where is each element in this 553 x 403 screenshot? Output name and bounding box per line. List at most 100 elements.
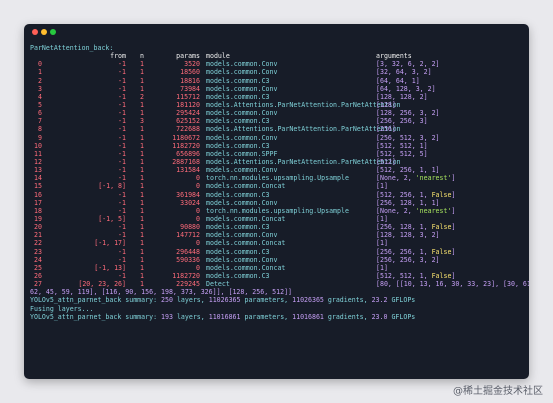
row-from: -1 bbox=[118, 255, 126, 264]
row-params: 1182720 bbox=[172, 141, 200, 150]
row-n: 1 bbox=[140, 133, 144, 142]
row-from: [-1, 13] bbox=[94, 263, 126, 272]
row-index: 20 bbox=[34, 223, 42, 232]
row-module: models.common.Concat bbox=[206, 182, 286, 191]
row-index: 4 bbox=[38, 92, 42, 101]
table-row: 18 -1 1 0 torch.nn.modules.upsampling.Upsamp… bbox=[30, 207, 525, 215]
row-params: 33024 bbox=[180, 198, 200, 207]
row-n: 3 bbox=[140, 117, 144, 126]
row-index: 13 bbox=[34, 166, 42, 175]
row-n: 1 bbox=[140, 198, 144, 207]
row-module: models.common.Conv bbox=[206, 133, 278, 142]
table-row: 6 -1 1 295424 models.common.Conv [128, 256, 3… bbox=[30, 109, 525, 117]
row-params: 722688 bbox=[176, 125, 200, 134]
row-params: 295424 bbox=[176, 109, 200, 118]
row-from: -1 bbox=[118, 271, 126, 280]
row-from: -1 bbox=[118, 149, 126, 158]
row-n: 1 bbox=[140, 223, 144, 232]
table-row: 8 -1 1 722688 models.Attentions.ParNetAttent… bbox=[30, 125, 525, 133]
row-index: 15 bbox=[34, 182, 42, 191]
row-module: models.common.Conv bbox=[206, 84, 278, 93]
minimize-window-button[interactable] bbox=[41, 29, 47, 35]
maximize-window-button[interactable] bbox=[50, 29, 56, 35]
row-arguments: [512, 512, 5] bbox=[376, 149, 428, 158]
row-arguments: [256, 128, 1, 1] bbox=[376, 198, 440, 207]
close-window-button[interactable] bbox=[32, 29, 38, 35]
row-params: 1182720 bbox=[172, 271, 200, 280]
row-params: 0 bbox=[196, 174, 200, 183]
row-arguments: [256, 256, 1, False] bbox=[376, 247, 456, 256]
row-module: models.Attentions.ParNetAttention.ParNet… bbox=[206, 100, 401, 109]
window-titlebar bbox=[24, 24, 529, 40]
row-arguments: [1] bbox=[376, 214, 388, 223]
row-params: 90880 bbox=[180, 223, 200, 232]
table-row: 26 -1 1 1182720 models.common.C3 [512, 512, 1… bbox=[30, 272, 525, 280]
header-module: module bbox=[206, 52, 230, 61]
terminal-output: ParNetAttention_back: from n params modu… bbox=[30, 44, 529, 321]
row-index: 11 bbox=[34, 149, 42, 158]
row-module: torch.nn.modules.upsampling.Upsample bbox=[206, 206, 349, 215]
row-n: 1 bbox=[140, 166, 144, 175]
layer-table: 0 -1 1 3520 models.common.Conv [3, 32, 6, 2, … bbox=[30, 60, 529, 289]
row-index: 17 bbox=[34, 198, 42, 207]
row-index: 21 bbox=[34, 231, 42, 240]
table-row: 4 -1 2 115712 models.common.C3 [128, 128, 2] bbox=[30, 93, 525, 101]
row-n: 1 bbox=[140, 247, 144, 256]
row-index: 26 bbox=[34, 271, 42, 280]
row-params: 18560 bbox=[180, 68, 200, 77]
row-params: 0 bbox=[196, 263, 200, 272]
row-module: models.common.C3 bbox=[206, 247, 270, 256]
row-n: 1 bbox=[140, 100, 144, 109]
row-n: 1 bbox=[140, 206, 144, 215]
row-index: 5 bbox=[38, 100, 42, 109]
header-n: n bbox=[140, 52, 144, 61]
row-params: 0 bbox=[196, 182, 200, 191]
output-title: ParNetAttention_back: bbox=[30, 44, 114, 52]
row-index: 25 bbox=[34, 263, 42, 272]
row-arguments: [256, 256, 3, 2] bbox=[376, 255, 440, 264]
row-module: torch.nn.modules.upsampling.Upsample bbox=[206, 174, 349, 183]
row-module: models.common.Concat bbox=[206, 214, 286, 223]
row-module: models.common.Conv bbox=[206, 68, 278, 77]
table-row: 10 -1 1 1182720 models.common.C3 [512, 512, 1… bbox=[30, 142, 525, 150]
row-index: 24 bbox=[34, 255, 42, 264]
row-module: models.common.C3 bbox=[206, 92, 270, 101]
row-n: 1 bbox=[140, 182, 144, 191]
row-params: 3520 bbox=[184, 60, 200, 69]
table-row: 9 -1 1 1180672 models.common.Conv [256, 512, … bbox=[30, 134, 525, 142]
row-from: -1 bbox=[118, 247, 126, 256]
row-module: models.common.Concat bbox=[206, 263, 286, 272]
row-module: Detect bbox=[206, 280, 230, 289]
row-params: 656896 bbox=[176, 149, 200, 158]
header-from: from bbox=[110, 52, 126, 61]
row-n: 1 bbox=[140, 68, 144, 77]
table-row: 16 -1 1 361984 models.common.C3 [512, 256, 1,… bbox=[30, 191, 525, 199]
row-index: 23 bbox=[34, 247, 42, 256]
row-from: -1 bbox=[118, 92, 126, 101]
row-index: 10 bbox=[34, 141, 42, 150]
row-n: 1 bbox=[140, 271, 144, 280]
row-index: 3 bbox=[38, 84, 42, 93]
table-row: 2 -1 1 18816 models.common.C3 [64, 64, 1] bbox=[30, 77, 525, 85]
table-row: 22 [-1, 17] 1 0 models.common.Concat [1] bbox=[30, 239, 525, 247]
row-from: -1 bbox=[118, 84, 126, 93]
row-params: 131584 bbox=[176, 166, 200, 175]
row-arguments: [128, 256, 3, 2] bbox=[376, 109, 440, 118]
row-index: 9 bbox=[38, 133, 42, 142]
row-from: -1 bbox=[118, 60, 126, 69]
row-from: [-1, 8] bbox=[98, 182, 126, 191]
row-params: 0 bbox=[196, 239, 200, 248]
row-params: 1180672 bbox=[172, 133, 200, 142]
row-params: 0 bbox=[196, 206, 200, 215]
row-from: -1 bbox=[118, 206, 126, 215]
summary-line-2: YOLOv5_attn_parnet_back summary: 193 lay… bbox=[30, 312, 416, 321]
row-arguments: [256, 512, 3, 2] bbox=[376, 133, 440, 142]
row-arguments: [512, 512, 1, False] bbox=[376, 271, 456, 280]
row-params: 361984 bbox=[176, 190, 200, 199]
row-n: 1 bbox=[140, 125, 144, 134]
row-from: -1 bbox=[118, 141, 126, 150]
table-row: 19 [-1, 5] 1 0 models.common.Concat [1] bbox=[30, 215, 525, 223]
row-arguments: [None, 2, 'nearest'] bbox=[376, 206, 456, 215]
row-index: 0 bbox=[38, 60, 42, 69]
row-module: models.common.C3 bbox=[206, 223, 270, 232]
